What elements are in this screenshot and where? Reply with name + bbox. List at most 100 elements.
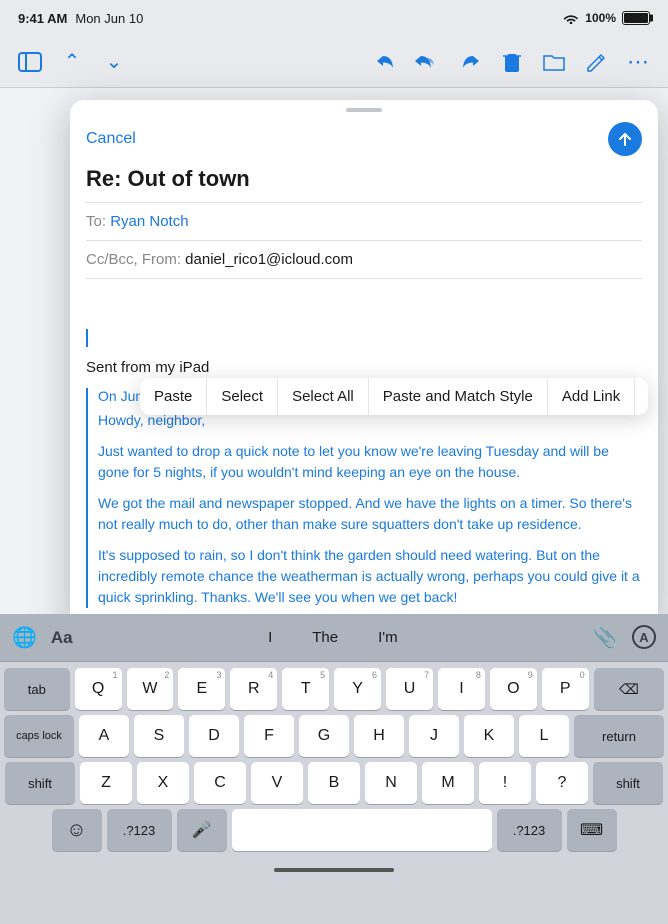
return-key[interactable]: return	[574, 715, 664, 757]
key-l[interactable]: L	[519, 715, 569, 757]
cc-bcc-field-row: Cc/Bcc, From: daniel_rico1@icloud.com	[70, 241, 658, 278]
key-s[interactable]: S	[134, 715, 184, 757]
send-icon	[617, 131, 633, 147]
key-y[interactable]: Y6	[334, 668, 381, 710]
compose-modal: Cancel Re: Out of town To: Ryan Notch Cc…	[70, 100, 658, 634]
tab-key[interactable]: tab	[4, 668, 70, 710]
font-size-icon[interactable]: Aa	[51, 628, 73, 648]
quoted-p2: Just wanted to drop a quick note to let …	[98, 441, 642, 483]
globe-icon[interactable]: 🌐	[12, 625, 37, 650]
keyboard-toolbar: 🌐 Aa I The I'm 📎 A	[0, 614, 668, 662]
reply-all-icon[interactable]	[412, 46, 444, 78]
to-value[interactable]: Ryan Notch	[110, 213, 188, 230]
cc-bcc-value[interactable]: daniel_rico1@icloud.com	[185, 251, 353, 268]
quoted-block: On Jun 5, 2024, at 11:15 AM, Ryan Notch …	[86, 388, 642, 608]
autocorrect-icon[interactable]: A	[632, 625, 656, 649]
compose-icon[interactable]	[580, 46, 612, 78]
body-signature: Sent from my iPad	[86, 359, 642, 376]
modal-handle	[346, 108, 382, 112]
more-icon[interactable]: ⋯	[622, 46, 654, 78]
key-p[interactable]: P0	[542, 668, 589, 710]
text-cursor	[86, 329, 88, 347]
keyboard-area: 🌐 Aa I The I'm 📎 A tab Q1 W2 E3 R4 T5 Y6…	[0, 614, 668, 924]
key-f[interactable]: F	[244, 715, 294, 757]
word-suggest-3[interactable]: I'm	[378, 629, 398, 646]
key-w[interactable]: W2	[127, 668, 174, 710]
forward-icon[interactable]	[454, 46, 486, 78]
home-indicator	[274, 868, 394, 872]
next-icon[interactable]: ⌄	[98, 46, 130, 78]
key-q[interactable]: Q1	[75, 668, 122, 710]
key-t[interactable]: T5	[282, 668, 329, 710]
select-all-button[interactable]: Select All	[278, 378, 369, 415]
status-date: Mon Jun 10	[75, 11, 143, 26]
shift-left-key[interactable]: shift	[5, 762, 75, 804]
select-button[interactable]: Select	[207, 378, 278, 415]
key-row-1: tab Q1 W2 E3 R4 T5 Y6 U7 I8 O9 P0 ⌫	[4, 668, 664, 710]
wifi-icon	[563, 12, 579, 24]
toolbar: ⌃ ⌄ ⋯	[0, 36, 668, 88]
key-k[interactable]: K	[464, 715, 514, 757]
cc-bcc-label: Cc/Bcc, From:	[86, 251, 185, 268]
emoji-key[interactable]: ☺	[52, 809, 102, 851]
key-x[interactable]: X	[137, 762, 189, 804]
paste-match-button[interactable]: Paste and Match Style	[369, 378, 548, 415]
key-r[interactable]: R4	[230, 668, 277, 710]
to-label: To:	[86, 213, 110, 230]
keyboard-dismiss-key[interactable]: ⌨	[567, 809, 617, 851]
quoted-p3: We got the mail and newspaper stopped. A…	[98, 493, 642, 535]
paste-button[interactable]: Paste	[140, 378, 207, 415]
key-row-4: ☺ .?123 🎤 .?123 ⌨	[4, 809, 664, 851]
key-d[interactable]: D	[189, 715, 239, 757]
key-question[interactable]: ?	[536, 762, 588, 804]
add-link-button[interactable]: Add Link	[548, 378, 635, 415]
bottom-bar	[0, 860, 668, 880]
reply-icon[interactable]	[370, 46, 402, 78]
key-o[interactable]: O9	[490, 668, 537, 710]
caps-key[interactable]: caps lock	[4, 715, 74, 757]
space-key[interactable]	[232, 809, 492, 851]
to-field-row: To: Ryan Notch	[70, 203, 658, 240]
key-z[interactable]: Z	[80, 762, 132, 804]
status-icons: 100%	[563, 11, 650, 25]
send-button[interactable]	[608, 122, 642, 156]
key-row-3: shift Z X C V B N M ! ? shift	[4, 762, 664, 804]
compose-body[interactable]: Sent from my iPad On Jun 5, 2024, at 11:…	[70, 279, 658, 634]
body-cursor-line	[86, 329, 642, 347]
key-exclaim[interactable]: !	[479, 762, 531, 804]
word-suggest-2[interactable]: The	[312, 629, 338, 646]
delete-key[interactable]: ⌫	[594, 668, 664, 710]
key-row-2: caps lock A S D F G H J K L return	[4, 715, 664, 757]
key-j[interactable]: J	[409, 715, 459, 757]
context-menu: Paste Select Select All Paste and Match …	[140, 378, 648, 415]
key-n[interactable]: N	[365, 762, 417, 804]
modal-header: Cancel	[70, 118, 658, 164]
key-i[interactable]: I8	[438, 668, 485, 710]
shift-right-key[interactable]: shift	[593, 762, 663, 804]
key-m[interactable]: M	[422, 762, 474, 804]
sidebar-toggle-icon[interactable]	[14, 46, 46, 78]
num-key-left[interactable]: .?123	[107, 809, 172, 851]
key-c[interactable]: C	[194, 762, 246, 804]
attachment-icon[interactable]: 📎	[593, 625, 618, 650]
trash-icon[interactable]	[496, 46, 528, 78]
key-v[interactable]: V	[251, 762, 303, 804]
key-e[interactable]: E3	[178, 668, 225, 710]
subject-field[interactable]: Re: Out of town	[70, 164, 658, 202]
quoted-p4: It's supposed to rain, so I don't think …	[98, 545, 642, 608]
word-suggest-1[interactable]: I	[268, 629, 272, 646]
key-b[interactable]: B	[308, 762, 360, 804]
num-key-right[interactable]: .?123	[497, 809, 562, 851]
folder-icon[interactable]	[538, 46, 570, 78]
autofill-button[interactable]: AutoFill	[635, 378, 648, 415]
key-h[interactable]: H	[354, 715, 404, 757]
key-u[interactable]: U7	[386, 668, 433, 710]
battery-label: 100%	[585, 11, 616, 25]
key-g[interactable]: G	[299, 715, 349, 757]
key-a[interactable]: A	[79, 715, 129, 757]
prev-icon[interactable]: ⌃	[56, 46, 88, 78]
keyboard-keys: tab Q1 W2 E3 R4 T5 Y6 U7 I8 O9 P0 ⌫ caps…	[0, 662, 668, 860]
cancel-button[interactable]: Cancel	[86, 130, 136, 148]
mic-key[interactable]: 🎤	[177, 809, 227, 851]
status-bar: 9:41 AM Mon Jun 10 100%	[0, 0, 668, 36]
